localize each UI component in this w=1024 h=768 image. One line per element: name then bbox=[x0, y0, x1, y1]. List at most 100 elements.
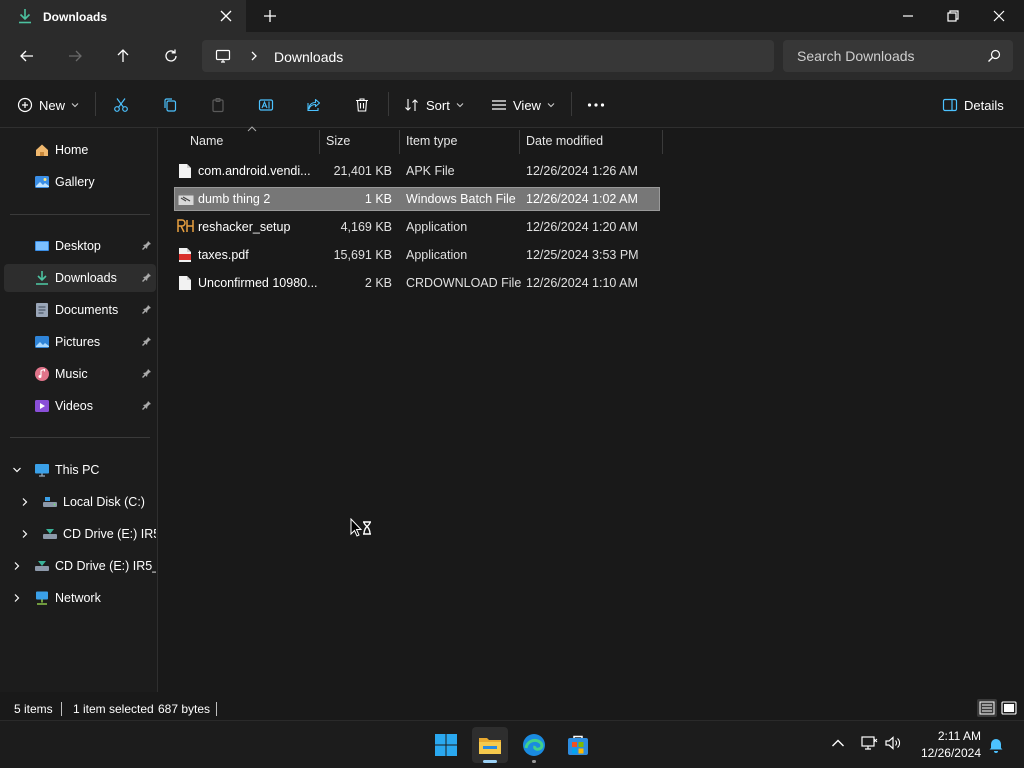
chevron-right-icon[interactable] bbox=[20, 497, 30, 507]
network-icon bbox=[34, 590, 50, 606]
file-row[interactable]: taxes.pdf 15,691 KB Application 12/25/20… bbox=[174, 243, 660, 267]
tiles-view-icon[interactable] bbox=[1000, 699, 1018, 717]
sidebar-item-downloads[interactable]: Downloads bbox=[4, 264, 156, 292]
sidebar-item-label: This PC bbox=[55, 463, 100, 477]
chevron-right-icon[interactable] bbox=[12, 593, 22, 603]
more-options-icon[interactable] bbox=[587, 96, 605, 114]
pin-icon bbox=[142, 272, 152, 282]
refresh-icon[interactable] bbox=[163, 48, 179, 64]
search-box[interactable] bbox=[783, 40, 1013, 72]
column-header-type[interactable]: Item type bbox=[406, 134, 457, 148]
sidebar-item-label: Documents bbox=[55, 303, 119, 317]
monitor-icon[interactable] bbox=[215, 48, 231, 64]
sidebar-item-music[interactable]: Music bbox=[4, 360, 156, 388]
toolbar-divider bbox=[388, 92, 389, 116]
volume-icon[interactable] bbox=[884, 735, 902, 751]
file-row[interactable]: reshacker_setup 4,169 KB Application 12/… bbox=[174, 215, 660, 239]
sidebar-item-label: Gallery bbox=[55, 175, 95, 189]
sidebar-item-network[interactable]: Network bbox=[4, 584, 156, 612]
sidebar-item-local-disk[interactable]: Local Disk (C:) bbox=[4, 488, 156, 516]
tab-downloads[interactable]: Downloads bbox=[0, 0, 246, 32]
new-tab-icon[interactable] bbox=[262, 8, 278, 24]
busy-cursor-icon bbox=[350, 518, 374, 538]
column-divider[interactable] bbox=[399, 130, 400, 154]
show-hidden-icons-icon[interactable] bbox=[831, 738, 845, 748]
sidebar-item-pictures[interactable]: Pictures bbox=[4, 328, 156, 356]
search-icon[interactable] bbox=[987, 49, 1001, 63]
network-status-icon[interactable] bbox=[860, 735, 878, 751]
sidebar-item-cd-drive[interactable]: CD Drive (E:) IR5_C bbox=[4, 520, 156, 548]
forward-icon[interactable] bbox=[67, 48, 83, 64]
close-tab-icon[interactable] bbox=[219, 9, 233, 23]
view-button[interactable]: View bbox=[491, 96, 555, 114]
generic-file-icon bbox=[178, 163, 192, 179]
minimize-icon[interactable] bbox=[900, 8, 916, 24]
sidebar-item-this-pc[interactable]: This PC bbox=[4, 456, 156, 484]
pdf-icon bbox=[178, 247, 192, 263]
chevron-down-icon bbox=[456, 101, 464, 109]
sidebar-item-documents[interactable]: Documents bbox=[4, 296, 156, 324]
clock-time[interactable]: 2:11 AM bbox=[938, 729, 981, 743]
cut-icon[interactable] bbox=[113, 96, 129, 114]
file-row[interactable]: dumb thing 2 1 KB Windows Batch File 12/… bbox=[174, 187, 660, 211]
chevron-right-icon[interactable] bbox=[12, 561, 22, 571]
reshacker-icon bbox=[177, 218, 195, 234]
file-row[interactable]: com.android.vendi... 21,401 KB APK File … bbox=[174, 159, 660, 183]
sidebar-item-label: Desktop bbox=[55, 239, 101, 253]
column-header-name[interactable]: Name bbox=[190, 134, 223, 148]
column-divider[interactable] bbox=[319, 130, 320, 154]
sidebar-item-gallery[interactable]: Gallery bbox=[4, 168, 156, 196]
breadcrumb-chevron-icon[interactable] bbox=[248, 50, 260, 62]
sidebar-item-videos[interactable]: Videos bbox=[4, 392, 156, 420]
sidebar-item-desktop[interactable]: Desktop bbox=[4, 232, 156, 260]
chevron-down-icon bbox=[71, 101, 79, 109]
start-button[interactable] bbox=[428, 727, 464, 763]
view-label: View bbox=[513, 97, 541, 113]
downloads-folder-icon bbox=[34, 270, 50, 286]
column-divider[interactable] bbox=[662, 130, 663, 154]
cd-drive-icon bbox=[42, 526, 58, 542]
column-divider[interactable] bbox=[519, 130, 520, 154]
chevron-down-icon[interactable] bbox=[12, 465, 22, 475]
file-type: CRDOWNLOAD File bbox=[406, 276, 522, 290]
desktop-folder-icon bbox=[34, 238, 50, 254]
sidebar-item-label: CD Drive (E:) IR5_C bbox=[63, 527, 156, 541]
share-icon[interactable] bbox=[306, 96, 322, 114]
delete-icon[interactable] bbox=[354, 96, 370, 114]
chevron-right-icon[interactable] bbox=[20, 529, 30, 539]
paste-icon[interactable] bbox=[210, 96, 226, 114]
copy-icon[interactable] bbox=[162, 96, 178, 114]
breadcrumb-downloads[interactable]: Downloads bbox=[274, 49, 343, 65]
restore-icon[interactable] bbox=[945, 8, 961, 24]
close-window-icon[interactable] bbox=[991, 8, 1007, 24]
clock-date[interactable]: 12/26/2024 bbox=[921, 746, 981, 760]
up-icon[interactable] bbox=[115, 48, 131, 64]
view-lines-icon bbox=[491, 97, 507, 113]
address-bar[interactable]: Downloads bbox=[202, 40, 774, 72]
details-view-icon[interactable] bbox=[977, 699, 997, 717]
edge-taskbar-button[interactable] bbox=[516, 727, 552, 763]
search-input[interactable] bbox=[797, 48, 977, 64]
new-button[interactable]: New bbox=[17, 96, 79, 114]
file-size: 2 KB bbox=[364, 276, 392, 290]
details-button[interactable]: Details bbox=[942, 96, 1004, 114]
file-row[interactable]: Unconfirmed 10980... 2 KB CRDOWNLOAD Fil… bbox=[174, 271, 660, 295]
file-name: com.android.vendi... bbox=[198, 164, 311, 178]
column-header-date[interactable]: Date modified bbox=[526, 134, 603, 148]
notification-bell-icon[interactable] bbox=[989, 737, 1003, 753]
new-label: New bbox=[39, 97, 66, 113]
download-arrow-icon bbox=[17, 8, 33, 24]
title-bar: Downloads bbox=[0, 0, 1024, 32]
sidebar-item-home[interactable]: Home bbox=[4, 136, 156, 164]
file-size: 21,401 KB bbox=[333, 164, 392, 178]
toolbar-divider bbox=[95, 92, 96, 116]
batch-file-icon bbox=[178, 191, 194, 207]
column-header-size[interactable]: Size bbox=[326, 134, 350, 148]
sort-button[interactable]: Sort bbox=[404, 96, 464, 114]
back-icon[interactable] bbox=[19, 48, 35, 64]
file-type: Application bbox=[406, 220, 468, 234]
file-explorer-taskbar-button[interactable] bbox=[472, 727, 508, 763]
sidebar-item-cd-drive-root[interactable]: CD Drive (E:) IR5_CC bbox=[4, 552, 156, 580]
store-taskbar-button[interactable] bbox=[560, 727, 596, 763]
rename-icon[interactable] bbox=[258, 96, 274, 114]
